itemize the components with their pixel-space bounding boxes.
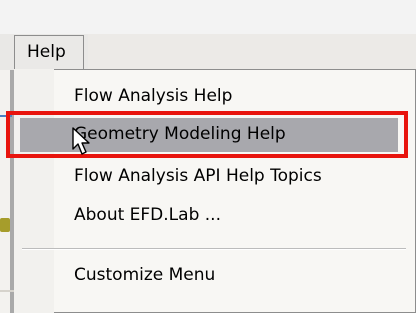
menu-item-about-efd-lab[interactable]: About EFD.Lab ...: [74, 205, 221, 225]
mouse-pointer-icon: [72, 127, 90, 155]
left-toolbar-divider: [0, 290, 14, 292]
window-top-area: [0, 0, 416, 34]
menu-help[interactable]: Help: [14, 35, 84, 69]
toolbar-partial-icon[interactable]: [0, 218, 10, 232]
menu-separator-highlight: [22, 249, 406, 250]
menu-item-customize-menu[interactable]: Customize Menu: [74, 265, 215, 285]
menu-item-flow-analysis-api-help-topics[interactable]: Flow Analysis API Help Topics: [74, 166, 322, 186]
menu-item-flow-analysis-help[interactable]: Flow Analysis Help: [74, 86, 232, 106]
annotation-highlight-box: [6, 111, 408, 158]
dropdown-icon-gutter: [14, 69, 54, 313]
menu-bar-empty-area: [88, 34, 416, 70]
